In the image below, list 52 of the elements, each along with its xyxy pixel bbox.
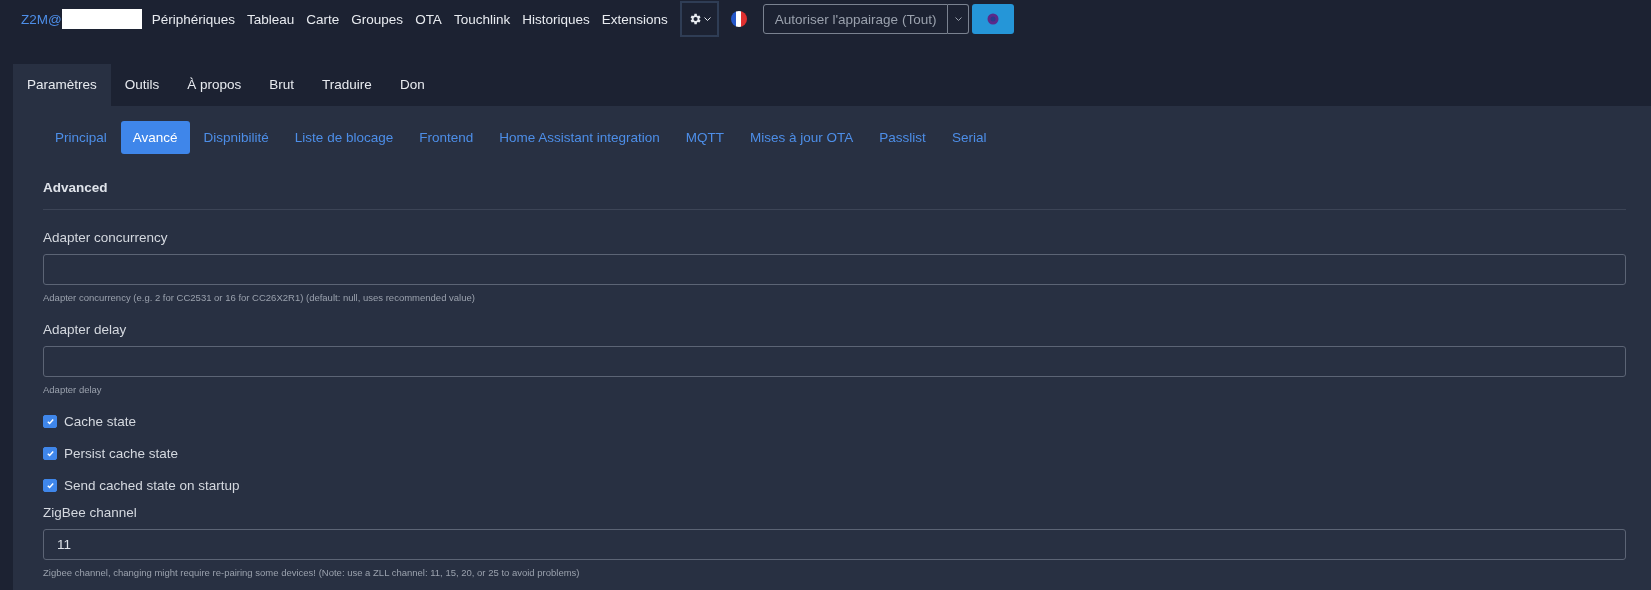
field-label: Adapter delay [43,322,128,337]
section-title: Advanced [43,180,108,195]
checkbox[interactable] [43,447,57,460]
checkbox-label: Send cached state on startup [64,478,240,493]
input-field[interactable] [43,346,1626,377]
settings-tab[interactable]: Serial [939,121,999,154]
settings-tab[interactable]: Mises à jour OTA [738,121,866,154]
tab[interactable]: Paramètres [13,64,111,106]
settings-tab[interactable]: Dispnibilité [191,121,281,154]
nav-link[interactable]: OTA [415,11,442,27]
settings-tab[interactable]: MQTT [673,121,737,154]
check-icon [45,481,55,490]
tab[interactable]: À propos [173,64,256,106]
tab[interactable]: Brut [255,64,309,106]
nav-link[interactable]: Carte [306,11,340,27]
nav-link[interactable]: Groupes [351,11,404,27]
settings-tab[interactable]: Liste de blocage [282,121,406,154]
settings-tab[interactable]: Home Assistant integration [487,121,672,154]
nav-link[interactable]: Historiques [522,11,590,27]
tab[interactable]: Traduire [308,64,386,106]
help-text: Zigbee channel, changing might require re-pairing some devices! (Note: use a ZLL channel: 11, 15, 20, or 25 to avoid problems) [43,567,581,578]
settings-tab[interactable]: Frontend [407,121,486,154]
tab[interactable]: Don [385,64,439,106]
checkbox-label: Cache state [64,414,137,429]
nav-link[interactable]: Extensions [601,11,668,27]
help-text: Adapter concurrency (e.g. 2 for CC2531 or 16 for CC26X2R1) (default: null, uses recommended value) [43,292,476,303]
permit-join-button[interactable]: Autoriser l'appairage (Tout) [762,4,949,34]
tab[interactable]: Outils [110,64,174,106]
checkbox[interactable] [43,479,57,492]
settings-tab[interactable]: Passlist [867,121,938,154]
caret-icon [954,16,962,22]
nav-link[interactable]: Tableau [247,11,295,27]
nav-link[interactable]: Touchlink [453,11,511,27]
field-label: Adapter concurrency [43,230,169,245]
check-icon [45,449,55,458]
caret-icon [703,16,711,22]
help-text: Adapter delay [43,384,103,395]
settings-button[interactable] [679,1,719,37]
nav-link[interactable]: Périphériques [151,11,236,27]
input-field[interactable] [43,254,1626,285]
flag-icon[interactable] [730,11,747,27]
input-field[interactable]: 11 [43,529,1626,560]
network-icon [987,13,1000,25]
field-label: ZigBee channel [43,505,138,520]
brand-link[interactable]: Z2M@ [21,11,62,27]
dropdown-button[interactable] [948,4,970,34]
settings-tab[interactable]: Avancé [120,121,190,154]
coordinator-button[interactable] [972,4,1015,34]
checkbox-label: Persist cache state [64,446,179,461]
checkbox[interactable] [43,415,57,428]
settings-tab[interactable]: Principal [43,121,119,154]
check-icon [45,417,55,426]
